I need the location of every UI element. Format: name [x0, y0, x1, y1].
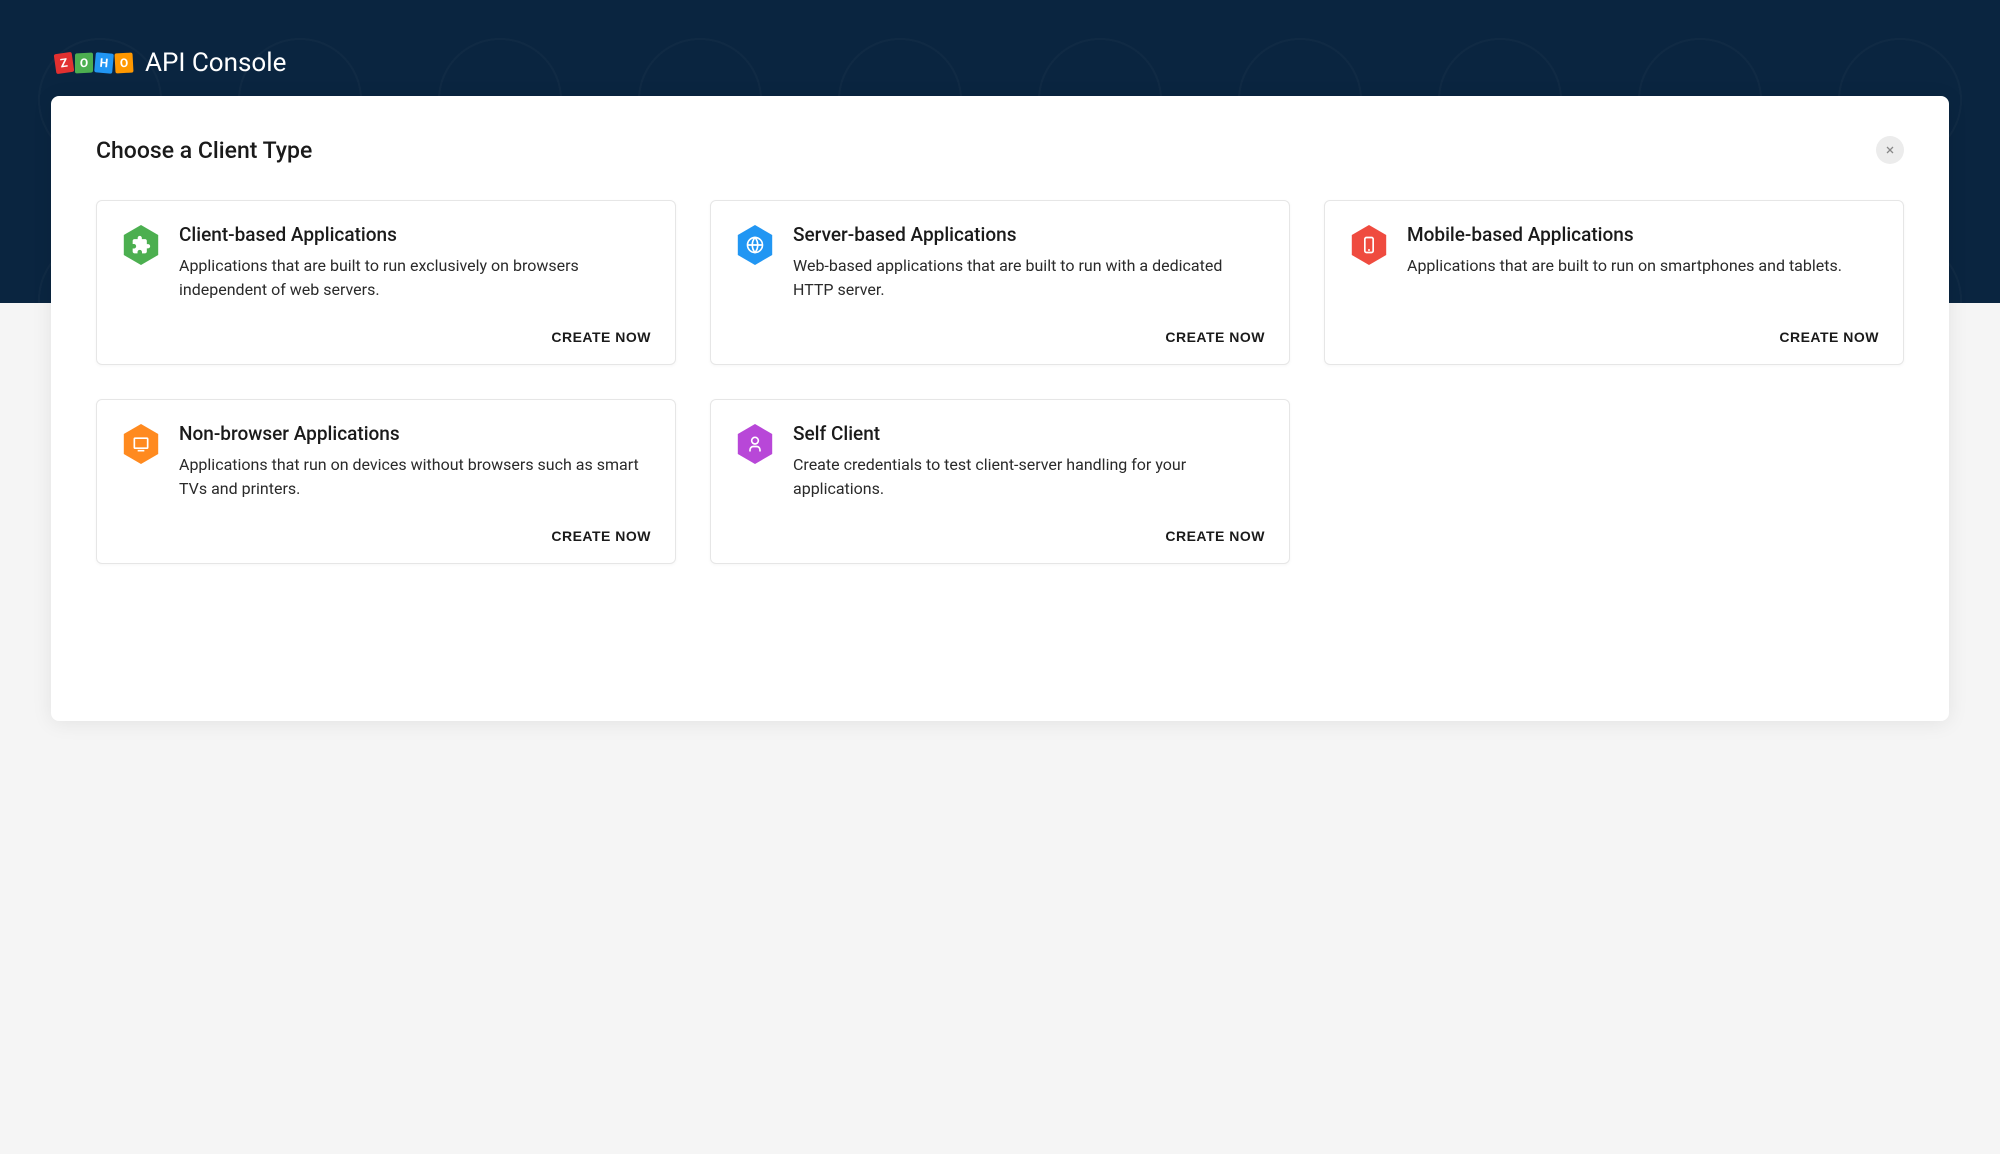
person-icon: [735, 424, 775, 464]
zoho-logo: Z O H O: [55, 53, 133, 73]
close-icon: [1884, 144, 1896, 156]
logo-tile-z: Z: [54, 52, 75, 74]
card-top: Client-based Applications Applications t…: [121, 225, 651, 315]
close-button[interactable]: [1876, 136, 1904, 164]
logo-tile-o2: O: [114, 53, 133, 74]
card-grid: Client-based Applications Applications t…: [96, 200, 1904, 564]
phone-icon: [1349, 225, 1389, 265]
client-type-card-self-client[interactable]: Self Client Create credentials to test c…: [710, 399, 1290, 564]
card-content: Self Client Create credentials to test c…: [793, 424, 1265, 514]
create-now-button[interactable]: CREATE NOW: [1165, 329, 1265, 345]
card-top: Server-based Applications Web-based appl…: [735, 225, 1265, 315]
card-top: Non-browser Applications Applications th…: [121, 424, 651, 514]
panel-header: Choose a Client Type: [96, 136, 1904, 164]
monitor-icon: [121, 424, 161, 464]
card-content: Server-based Applications Web-based appl…: [793, 225, 1265, 315]
card-action: CREATE NOW: [735, 327, 1265, 346]
globe-icon: [735, 225, 775, 265]
client-type-card-client-based[interactable]: Client-based Applications Applications t…: [96, 200, 676, 365]
card-action: CREATE NOW: [121, 327, 651, 346]
card-action: CREATE NOW: [735, 526, 1265, 545]
client-type-card-server-based[interactable]: Server-based Applications Web-based appl…: [710, 200, 1290, 365]
app-title: API Console: [145, 48, 286, 78]
create-now-button[interactable]: CREATE NOW: [551, 329, 651, 345]
card-action: CREATE NOW: [1349, 327, 1879, 346]
main-panel: Choose a Client Type Client-based Applic…: [51, 96, 1949, 721]
card-icon-wrapper: [121, 424, 161, 464]
puzzle-icon: [121, 225, 161, 265]
create-now-button[interactable]: CREATE NOW: [551, 528, 651, 544]
card-title: Mobile-based Applications: [1407, 223, 1879, 246]
card-icon-wrapper: [735, 225, 775, 265]
card-top: Mobile-based Applications Applications t…: [1349, 225, 1879, 315]
create-now-button[interactable]: CREATE NOW: [1779, 329, 1879, 345]
card-desc: Create credentials to test client-server…: [793, 453, 1265, 501]
card-desc: Applications that run on devices without…: [179, 453, 651, 501]
card-title: Non-browser Applications: [179, 422, 651, 445]
card-icon-wrapper: [121, 225, 161, 265]
client-type-card-non-browser[interactable]: Non-browser Applications Applications th…: [96, 399, 676, 564]
card-desc: Applications that are built to run exclu…: [179, 254, 651, 302]
card-content: Client-based Applications Applications t…: [179, 225, 651, 315]
logo-section: Z O H O API Console: [55, 48, 286, 78]
card-title: Client-based Applications: [179, 223, 651, 246]
card-action: CREATE NOW: [121, 526, 651, 545]
card-desc: Applications that are built to run on sm…: [1407, 254, 1879, 278]
logo-tile-o1: O: [75, 53, 93, 74]
card-icon-wrapper: [1349, 225, 1389, 265]
card-top: Self Client Create credentials to test c…: [735, 424, 1265, 514]
card-content: Mobile-based Applications Applications t…: [1407, 225, 1879, 315]
card-desc: Web-based applications that are built to…: [793, 254, 1265, 302]
card-title: Server-based Applications: [793, 223, 1265, 246]
client-type-card-mobile-based[interactable]: Mobile-based Applications Applications t…: [1324, 200, 1904, 365]
card-content: Non-browser Applications Applications th…: [179, 424, 651, 514]
create-now-button[interactable]: CREATE NOW: [1165, 528, 1265, 544]
card-title: Self Client: [793, 422, 1265, 445]
panel-title: Choose a Client Type: [96, 137, 312, 164]
card-icon-wrapper: [735, 424, 775, 464]
logo-tile-h: H: [94, 52, 114, 73]
